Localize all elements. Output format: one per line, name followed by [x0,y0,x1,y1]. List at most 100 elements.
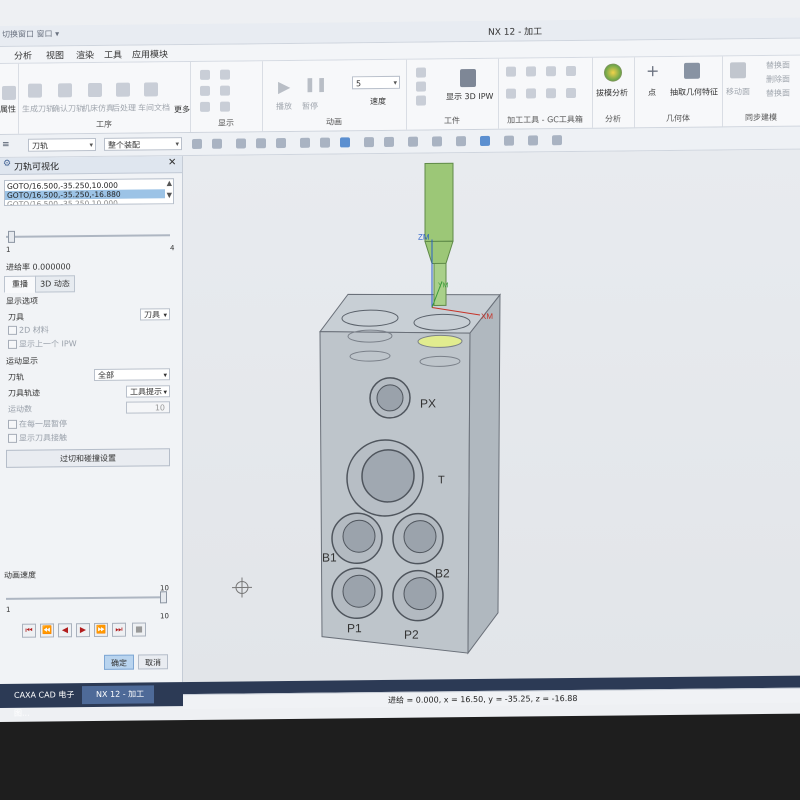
generate-toolpath-icon[interactable] [28,83,42,98]
menu-tools[interactable]: 工具 [104,48,122,61]
extract-feature-icon[interactable] [684,62,700,79]
toolbar-icon-1[interactable] [192,138,202,149]
tool-trace-select[interactable]: 工具提示 ▾ [126,385,170,398]
anim-speed-thumb[interactable] [160,591,167,604]
display-icon-1[interactable] [200,69,210,80]
taskbar-item-nx[interactable]: NX 12 - 加工 [82,685,154,705]
cam-tool-icon-3[interactable] [546,66,556,77]
motion-count-field[interactable]: 10 [126,401,170,414]
cam-tool-icon-8[interactable] [566,87,576,99]
2d-material-checkbox[interactable] [8,325,17,335]
tool-select[interactable]: 刀具 ▾ [140,308,170,321]
anim-speed-slider[interactable] [6,596,166,600]
display-icon-4[interactable] [220,85,230,96]
properties-label[interactable]: 属性 [0,104,16,115]
menu-icon[interactable]: ≡ [2,140,10,150]
draft-analysis-label[interactable]: 拔模分析 [596,87,628,98]
cam-tool-icon-2[interactable] [526,66,536,77]
quick-access-toolbar[interactable]: 切换窗口 窗口 ▾ [2,28,59,40]
ipw-icon[interactable] [460,69,476,88]
scroll-down-icon[interactable]: ▼ [167,191,172,199]
menu-render[interactable]: 渲染 [76,48,94,61]
tab-3d-dynamic[interactable]: 3D 动态 [35,275,75,293]
generate-toolpath-label[interactable]: 生成刀轨 [22,103,54,114]
move-face-label[interactable]: 移动面 [726,86,750,97]
display-icon-6[interactable] [220,101,230,112]
more-label[interactable]: 更多 [174,104,190,115]
sync-item-2[interactable]: 删除面 [766,74,790,85]
close-icon[interactable]: ✕ [168,157,176,168]
animation-speed-select[interactable]: 5 ▾ [352,75,400,90]
toolbar-icon-7[interactable] [320,137,330,148]
play-forward-icon[interactable]: ▶ [76,623,90,638]
play-label[interactable]: 播放 [276,101,292,112]
overcut-collision-button[interactable]: 过切和碰撞设置 [6,448,170,468]
toolbar-icon-12[interactable] [432,136,442,147]
sync-item-1[interactable]: 替换面 [766,60,790,71]
cam-tool-icon-1[interactable] [506,66,516,77]
stop-icon[interactable]: ■ [132,622,146,637]
graphics-viewport[interactable]: PX T B1 B2 P1 P2 ZM YM XM [183,149,800,683]
machine-sim-label[interactable]: 机床仿真 [82,103,114,114]
toolbar-icon-2[interactable] [212,138,222,149]
verify-toolpath-icon[interactable] [58,83,72,98]
show-tool-contact-checkbox[interactable] [8,433,17,443]
cam-tool-icon-5[interactable] [506,88,516,99]
shop-doc-label[interactable]: 车间文档 [138,102,170,113]
show-prev-ipw-checkbox[interactable] [8,339,17,349]
plus-icon[interactable]: + [646,61,659,80]
go-to-end-icon[interactable]: ⏭ [112,622,126,637]
menu-analysis[interactable]: 分析 [14,49,32,62]
toolbar-icon-13[interactable] [456,136,466,147]
toolbar-icon-16[interactable] [528,135,538,146]
workpiece-icon-3[interactable] [416,95,426,106]
toolbar-icon-4[interactable] [256,138,266,149]
menu-application[interactable]: 应用模块 [132,47,168,60]
scroll-up-icon[interactable]: ▲ [167,179,172,187]
toolbar-icon-10[interactable] [384,136,394,147]
play-reverse-icon[interactable]: ◀ [58,623,72,638]
ok-button[interactable]: 确定 [104,654,134,670]
display-icon-3[interactable] [200,85,210,96]
type-filter-select[interactable]: 刀轨 ▾ [28,137,96,152]
toolbar-icon-3[interactable] [236,138,246,149]
show-3d-ipw-label[interactable]: 显示 3D IPW [446,91,493,102]
machine-sim-icon[interactable] [88,82,102,98]
pause-icon[interactable]: ❚❚ [304,77,327,93]
assembly-filter-select[interactable]: 整个装配 ▾ [104,137,182,151]
toolbar-icon-17[interactable] [552,135,562,146]
extract-feature-label[interactable]: 抽取几何特征 [670,86,718,98]
toolbar-icon-5[interactable] [276,138,286,149]
workpiece-icon-2[interactable] [416,81,426,92]
pause-each-step-checkbox[interactable] [8,419,17,429]
toolpath-select[interactable]: 全部 ▾ [94,368,170,382]
point-label[interactable]: 点 [648,87,656,98]
toolbar-icon-14[interactable] [480,135,490,146]
toolbar-icon-15[interactable] [504,135,514,146]
move-face-icon[interactable] [730,62,746,79]
view-cube-icon[interactable] [340,137,350,148]
cam-tool-icon-6[interactable] [526,88,536,99]
shop-doc-icon[interactable] [144,82,158,97]
draft-analysis-icon[interactable] [604,63,622,82]
taskbar-item-caxa[interactable]: CAXA CAD 电子图... [0,686,78,718]
cam-tool-icon-4[interactable] [566,65,576,77]
display-icon-2[interactable] [220,69,230,80]
postprocess-label[interactable]: 后处理 [112,103,136,114]
verify-toolpath-label[interactable]: 确认刀轨 [52,103,84,114]
tab-replay[interactable]: 重播 [4,275,36,293]
toolbar-icon-9[interactable] [364,137,374,148]
display-icon-5[interactable] [200,101,210,112]
step-forward-icon[interactable]: ⏩ [94,622,108,638]
menu-view[interactable]: 视图 [46,48,64,61]
properties-icon[interactable] [2,85,16,100]
cam-tool-icon-7[interactable] [546,88,556,99]
toolbar-icon-11[interactable] [408,136,418,147]
step-slider[interactable] [6,234,170,238]
sync-item-3[interactable]: 替换面 [766,88,790,99]
toolbar-icon-6[interactable] [300,137,310,148]
cancel-button[interactable]: 取消 [138,654,168,670]
step-back-icon[interactable]: ⏪ [40,623,54,638]
pause-label[interactable]: 暂停 [302,101,318,112]
step-slider-thumb[interactable] [8,230,15,243]
